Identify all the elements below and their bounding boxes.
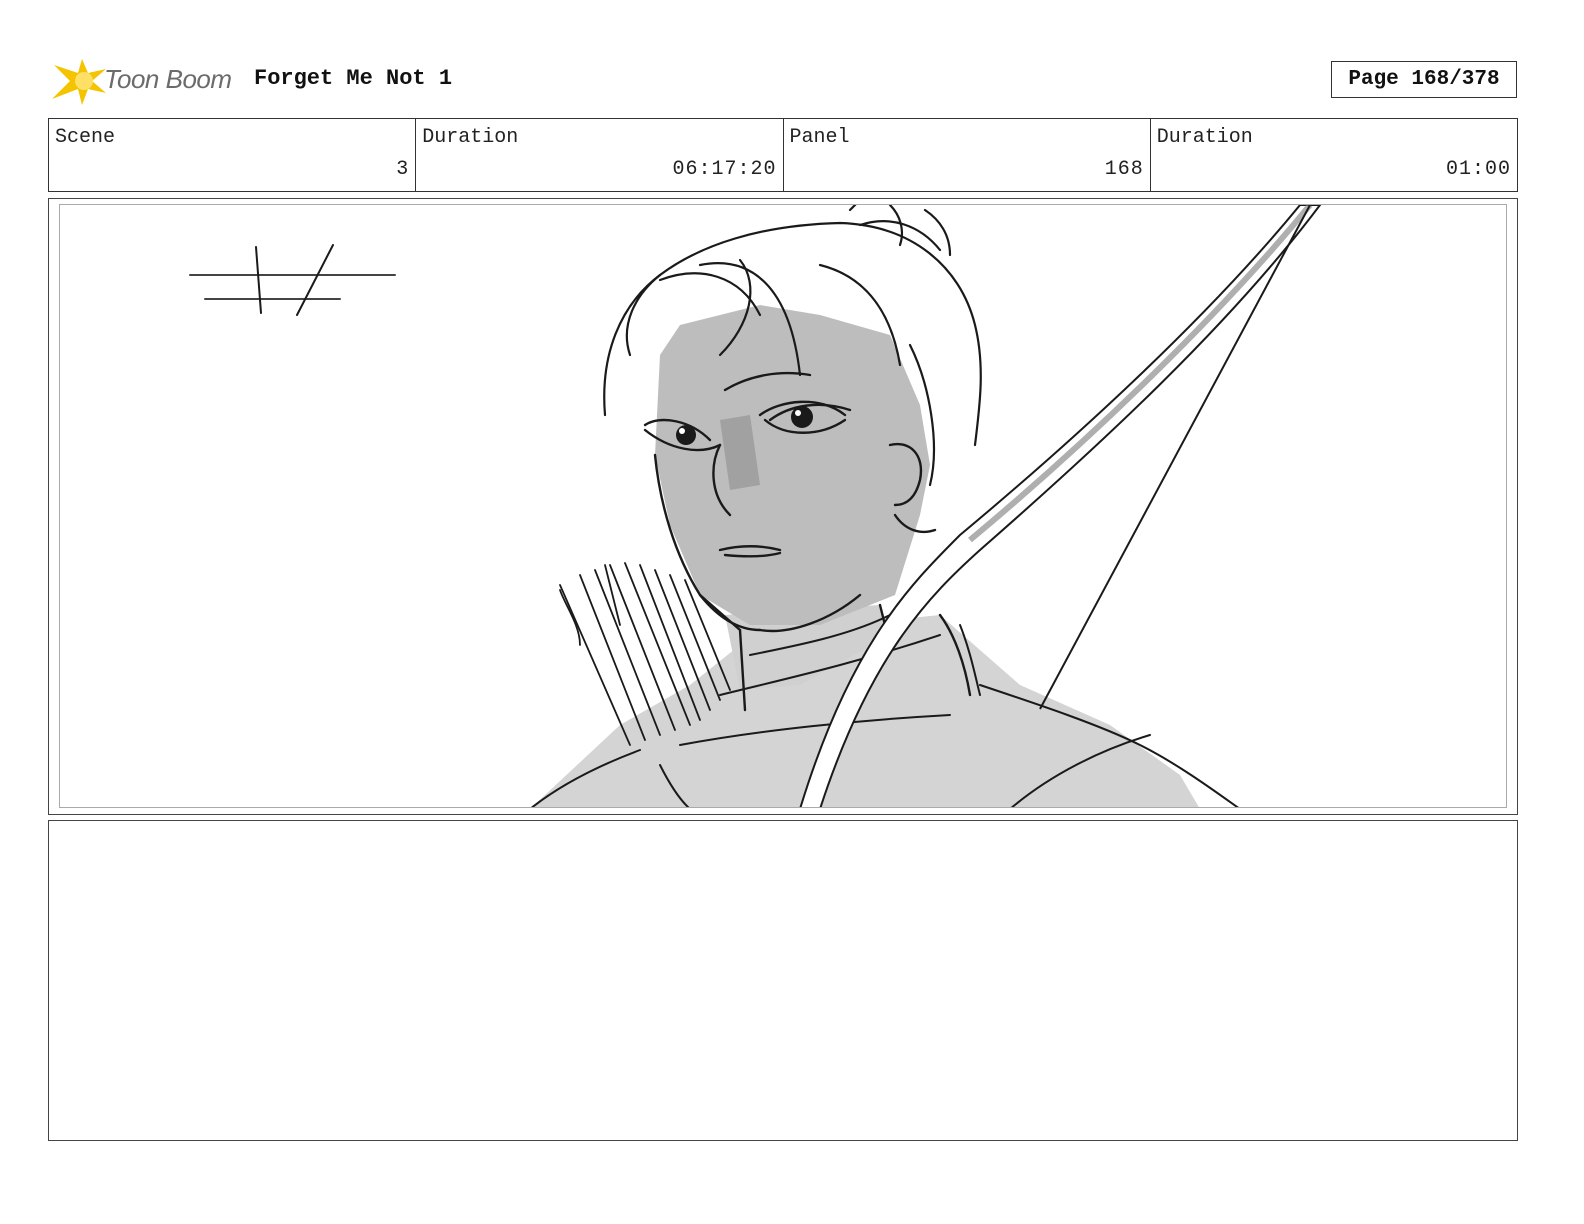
panel-duration-value: 01:00: [1445, 158, 1511, 181]
scene-duration-value: 06:17:20: [672, 158, 777, 181]
storyboard-panel-image: [59, 204, 1507, 808]
scene-cell: Scene 3: [49, 119, 417, 191]
scene-label: Scene: [55, 126, 116, 149]
panel-value: 168: [1104, 158, 1144, 181]
panel-info-table: Scene 3 Duration 06:17:20 Panel 168 Dura…: [48, 118, 1518, 192]
panel-label: Panel: [789, 126, 850, 149]
page-indicator: Page 168/378: [1331, 61, 1517, 98]
panel-duration-cell: Duration 01:00: [1151, 119, 1517, 191]
scene-value: 3: [396, 158, 410, 181]
panel-cell: Panel 168: [784, 119, 1151, 191]
storyboard-title: Forget Me Not 1: [254, 66, 453, 91]
scene-duration-cell: Duration 06:17:20: [416, 119, 784, 191]
sketch-drawing: [189, 205, 1322, 807]
panel-duration-label: Duration: [1156, 126, 1253, 149]
logo-text: Toon Boom: [104, 64, 232, 94]
scene-duration-label: Duration: [422, 126, 519, 149]
starburst-icon: [52, 59, 106, 105]
notes-area: [48, 820, 1518, 1141]
